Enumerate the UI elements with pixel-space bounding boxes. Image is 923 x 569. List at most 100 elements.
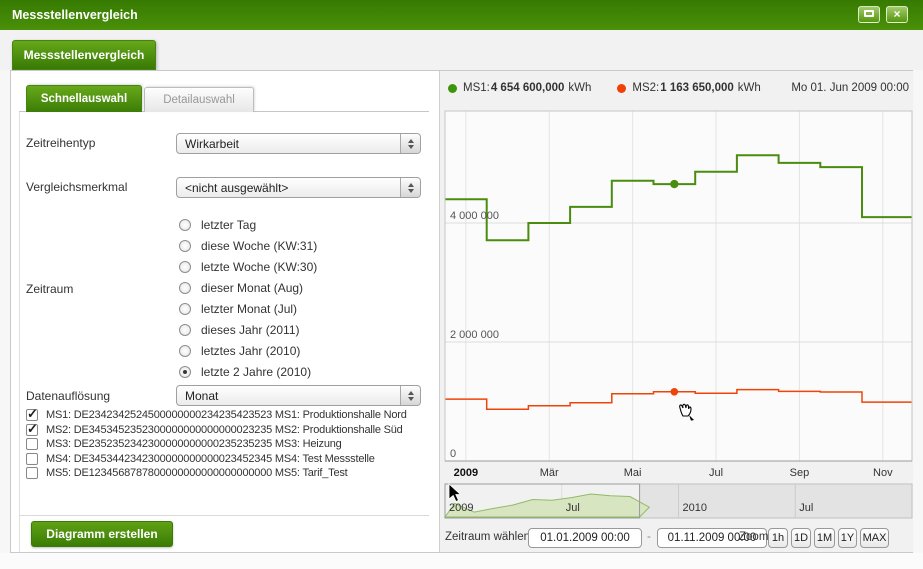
y-tick-label: 4 000 000 bbox=[450, 210, 499, 222]
messstelle-row[interactable]: MS5: DE1234568787800000000000000000000 M… bbox=[26, 466, 436, 481]
stepper-icon[interactable] bbox=[400, 134, 420, 153]
navigator-label: 2009 bbox=[449, 502, 473, 514]
left-pane-border bbox=[19, 112, 20, 552]
window-title: Messstellenvergleich bbox=[12, 0, 138, 30]
tab-messstellenvergleich[interactable]: Messstellenvergleich bbox=[12, 40, 156, 70]
zeitreihentyp-value: Wirkarbeit bbox=[185, 134, 239, 154]
create-diagram-button[interactable]: Diagramm erstellen bbox=[31, 521, 173, 547]
page-bottom bbox=[0, 553, 923, 569]
chart-pane: MS1: 4 654 600,000 kWh MS2: 1 163 650,00… bbox=[439, 71, 913, 552]
checkbox-icon[interactable] bbox=[26, 438, 38, 450]
zeitreihentyp-select[interactable]: Wirkarbeit bbox=[176, 133, 421, 154]
checkbox-icon[interactable] bbox=[26, 467, 38, 479]
tab-detailauswahl[interactable]: Detailauswahl bbox=[144, 87, 254, 112]
close-button[interactable]: × bbox=[886, 6, 908, 23]
datenaufloesung-select[interactable]: Monat bbox=[176, 385, 421, 406]
main-tab-strip: Messstellenvergleich bbox=[0, 30, 923, 70]
zeitraum-option-label: dieses Jahr (2011) bbox=[201, 323, 300, 337]
zoom-button-1d[interactable]: 1D bbox=[791, 528, 811, 548]
zeitraum-option[interactable]: letzte Woche (KW:30) bbox=[179, 256, 429, 277]
messstelle-row[interactable]: MS2: DE3453452352300000000000000023235 M… bbox=[26, 423, 436, 438]
content-panel: Schnellauswahl Detailauswahl Zeitreihent… bbox=[10, 70, 913, 553]
zeitraum-options: letzter Tag diese Woche (KW:31) letzte Woc… bbox=[179, 214, 429, 382]
x-tick-label: Sep bbox=[790, 467, 810, 479]
radio-selected-icon[interactable] bbox=[179, 366, 191, 378]
vergleichsmerkmal-label: Vergleichsmerkmal bbox=[26, 180, 127, 194]
zoom-label: Zoom: bbox=[739, 531, 772, 543]
radio-icon[interactable] bbox=[179, 324, 191, 336]
left-separator bbox=[19, 515, 429, 516]
y-tick-label: 2 000 000 bbox=[450, 329, 499, 341]
messstelle-label: MS5: DE1234568787800000000000000000000 M… bbox=[46, 467, 348, 479]
left-pane: Schnellauswahl Detailauswahl Zeitreihent… bbox=[11, 71, 439, 552]
zeitraum-option[interactable]: dieses Jahr (2011) bbox=[179, 319, 429, 340]
messstelle-label: MS2: DE3453452352300000000000000023235 M… bbox=[46, 424, 403, 436]
zeitreihentyp-label: Zeitreihentyp bbox=[26, 136, 95, 150]
app-window: Messstellenvergleich × Messstellenvergle… bbox=[0, 0, 923, 569]
vergleichsmerkmal-select[interactable]: <nicht ausgewählt> bbox=[176, 177, 421, 198]
maximize-button[interactable] bbox=[858, 6, 880, 23]
zoom-button-1m[interactable]: 1M bbox=[814, 528, 835, 548]
zeitraum-option[interactable]: letztes Jahr (2010) bbox=[179, 340, 429, 361]
zeitraum-option[interactable]: letzter Monat (Jul) bbox=[179, 298, 429, 319]
zeitraum-option[interactable]: diese Woche (KW:31) bbox=[179, 235, 429, 256]
zoom-button-1h[interactable]: 1h bbox=[768, 528, 788, 548]
checkbox-icon[interactable] bbox=[26, 453, 38, 465]
range-from-input[interactable]: 01.01.2009 00:00 bbox=[528, 528, 642, 548]
radio-icon[interactable] bbox=[179, 261, 191, 273]
navigator-area bbox=[445, 494, 649, 517]
zeitraum-option-label: letztes Jahr (2010) bbox=[201, 344, 300, 358]
zeitraum-option-label: letzter Tag bbox=[201, 218, 256, 232]
zeitraum-option[interactable]: dieser Monat (Aug) bbox=[179, 277, 429, 298]
zeitraum-option-label: diese Woche (KW:31) bbox=[201, 239, 317, 253]
radio-icon[interactable] bbox=[179, 345, 191, 357]
messstelle-row[interactable]: MS3: DE2352352342300000000000235235235 M… bbox=[26, 437, 436, 452]
y-tick-label: 0 bbox=[450, 448, 456, 460]
zeitraum-option-label: dieser Monat (Aug) bbox=[201, 281, 303, 295]
chart-canvas: 0 2 000 000 4 000 000 2009 Mär Mai Jul Sep Nov 20… bbox=[440, 71, 914, 521]
radio-icon[interactable] bbox=[179, 303, 191, 315]
arrow-cursor-icon bbox=[449, 484, 461, 502]
x-tick-label: Nov bbox=[873, 467, 893, 479]
zeitraum-option-label: letzte 2 Jahre (2010) bbox=[201, 365, 311, 379]
ms1-marker bbox=[670, 180, 678, 188]
zoom-button-max[interactable]: MAX bbox=[860, 528, 889, 548]
messstelle-label: MS4: DE3453442342300000000000023452345 M… bbox=[46, 453, 375, 465]
zeitraum-option[interactable]: letzter Tag bbox=[179, 214, 429, 235]
radio-icon[interactable] bbox=[179, 240, 191, 252]
vergleichsmerkmal-value: <nicht ausgewählt> bbox=[185, 178, 288, 198]
zoom-button-1y[interactable]: 1Y bbox=[838, 528, 857, 548]
checkbox-checked-icon[interactable] bbox=[26, 424, 38, 436]
zeitraum-option-label: letzte Woche (KW:30) bbox=[201, 260, 317, 274]
radio-icon[interactable] bbox=[179, 282, 191, 294]
ms2-marker bbox=[671, 388, 679, 396]
messstellen-list: MS1: DE2342342524500000000234235423523 M… bbox=[26, 408, 436, 481]
range-label: Zeitraum wählen: bbox=[445, 531, 533, 543]
messstelle-row[interactable]: MS4: DE3453442342300000000000023452345 M… bbox=[26, 452, 436, 467]
checkbox-checked-icon[interactable] bbox=[26, 409, 38, 421]
tab-schnellauswahl[interactable]: Schnellauswahl bbox=[26, 85, 142, 112]
maximize-icon bbox=[864, 10, 874, 17]
navigator-label: Jul bbox=[566, 502, 580, 514]
navigator-label: 2010 bbox=[683, 502, 707, 514]
stepper-icon[interactable] bbox=[400, 386, 420, 405]
radio-icon[interactable] bbox=[179, 219, 191, 231]
navigator-label: Jul bbox=[799, 502, 813, 514]
datenaufloesung-label: Datenauflösung bbox=[26, 389, 110, 403]
x-tick-label: 2009 bbox=[454, 467, 478, 479]
messstelle-row[interactable]: MS1: DE2342342524500000000234235423523 M… bbox=[26, 408, 436, 423]
window-titlebar: Messstellenvergleich × bbox=[0, 0, 923, 30]
zeitraum-label: Zeitraum bbox=[26, 282, 73, 296]
x-tick-label: Jul bbox=[709, 467, 723, 479]
zeitraum-option-label: letzter Monat (Jul) bbox=[201, 302, 297, 316]
x-tick-label: Mai bbox=[624, 467, 642, 479]
chart-footer: Zeitraum wählen: 01.01.2009 00:00 - 01.1… bbox=[440, 526, 914, 552]
stepper-icon[interactable] bbox=[400, 178, 420, 197]
messstelle-label: MS1: DE2342342524500000000234235423523 M… bbox=[46, 409, 407, 421]
navigator-mask[interactable] bbox=[640, 484, 912, 518]
datenaufloesung-value: Monat bbox=[185, 386, 218, 406]
x-tick-label: Mär bbox=[540, 467, 559, 479]
close-icon: × bbox=[893, 7, 900, 21]
range-separator: - bbox=[647, 531, 651, 543]
zeitraum-option[interactable]: letzte 2 Jahre (2010) bbox=[179, 361, 429, 382]
